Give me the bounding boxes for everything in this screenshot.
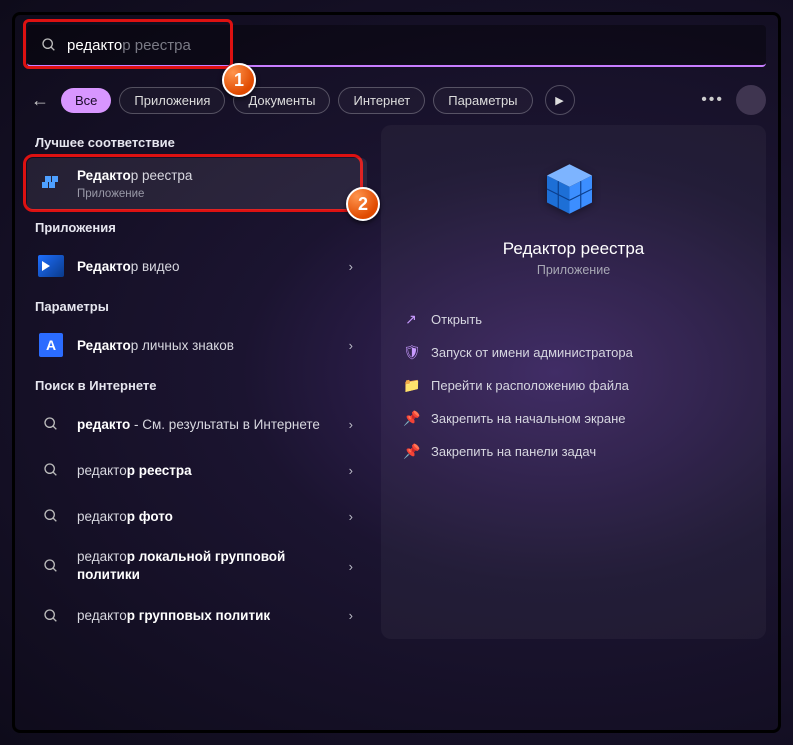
section-apps: Приложения xyxy=(35,220,367,235)
search-icon xyxy=(37,552,65,580)
shield-icon: 🛡 xyxy=(403,344,419,361)
chevron-right-icon: › xyxy=(345,608,357,623)
chevron-right-icon: › xyxy=(345,259,357,274)
section-best-match: Лучшее соответствие xyxy=(35,135,367,150)
regedit-icon xyxy=(37,170,65,198)
web-result-label: редакто - См. результаты в Интернете xyxy=(77,416,333,434)
chevron-right-icon: › xyxy=(345,463,357,478)
best-match-item[interactable]: Редактор реестра Приложение xyxy=(27,158,367,210)
chevron-right-icon: › xyxy=(345,338,357,353)
section-web: Поиск в Интернете xyxy=(35,378,367,393)
filter-web[interactable]: Интернет xyxy=(338,87,425,114)
best-match-title: Редактор реестра xyxy=(77,168,192,183)
filter-row: ← Все Приложения Документы Интернет Пара… xyxy=(27,85,766,115)
filter-apps[interactable]: Приложения xyxy=(119,87,225,114)
chevron-right-icon: › xyxy=(345,559,357,574)
section-settings: Параметры xyxy=(35,299,367,314)
settings-result-private-chars[interactable]: A Редактор личных знаков › xyxy=(27,322,367,368)
app-result-video-editor[interactable]: Редактор видео › xyxy=(27,243,367,289)
folder-icon: 📁 xyxy=(403,377,419,394)
web-result[interactable]: редакто - См. результаты в Интернете › xyxy=(27,401,367,447)
web-result-label: редактор групповых политик xyxy=(77,607,333,625)
filter-docs[interactable]: Документы xyxy=(233,87,330,114)
action-label: Закрепить на начальном экране xyxy=(431,411,626,426)
search-icon xyxy=(37,410,65,438)
web-result[interactable]: редактор локальной групповой политики › xyxy=(27,539,367,592)
action-pin-to-start[interactable]: 📌 Закрепить на начальном экране xyxy=(393,402,754,435)
user-avatar[interactable] xyxy=(736,85,766,115)
web-result[interactable]: редактор фото › xyxy=(27,493,367,539)
action-label: Запуск от имени администратора xyxy=(431,345,633,360)
results-column: Лучшее соответствие Редактор реестра При… xyxy=(27,125,367,639)
web-result[interactable]: редактор групповых политик › xyxy=(27,593,367,639)
web-result-label: редактор реестра xyxy=(77,462,333,480)
action-label: Открыть xyxy=(431,312,482,327)
search-icon xyxy=(41,37,57,53)
best-match-subtitle: Приложение xyxy=(77,187,357,202)
regedit-large-icon xyxy=(538,153,610,225)
search-bar[interactable]: редактор реестра xyxy=(27,25,766,67)
chevron-right-icon: › xyxy=(345,417,357,432)
video-editor-icon xyxy=(37,252,65,280)
open-icon: ↗ xyxy=(403,311,419,328)
action-open[interactable]: ↗ Открыть xyxy=(393,303,754,336)
settings-result-label: Редактор личных знаков xyxy=(77,337,333,355)
search-icon xyxy=(37,602,65,630)
back-button[interactable]: ← xyxy=(27,90,53,111)
private-char-editor-icon: A xyxy=(37,331,65,359)
action-label: Перейти к расположению файла xyxy=(431,378,629,393)
action-pin-to-taskbar[interactable]: 📌 Закрепить на панели задач xyxy=(393,435,754,468)
filter-all[interactable]: Все xyxy=(61,88,111,113)
preview-title: Редактор реестра xyxy=(393,239,754,259)
overflow-menu[interactable]: ••• xyxy=(701,91,724,109)
filter-settings[interactable]: Параметры xyxy=(433,87,532,114)
chevron-right-icon: › xyxy=(345,509,357,524)
search-icon xyxy=(37,456,65,484)
action-open-file-location[interactable]: 📁 Перейти к расположению файла xyxy=(393,369,754,402)
web-result[interactable]: редактор реестра › xyxy=(27,447,367,493)
preview-subtitle: Приложение xyxy=(393,263,754,277)
search-input-text: редактор реестра xyxy=(67,37,191,54)
web-result-label: редактор локальной групповой политики xyxy=(77,548,333,583)
preview-panel: Редактор реестра Приложение ↗ Открыть 🛡 … xyxy=(381,125,766,639)
app-result-label: Редактор видео xyxy=(77,258,333,276)
pin-icon: 📌 xyxy=(403,443,419,460)
action-run-as-admin[interactable]: 🛡 Запуск от имени администратора xyxy=(393,336,754,369)
pin-icon: 📌 xyxy=(403,410,419,427)
more-filters-button[interactable]: ▶ xyxy=(545,85,575,115)
search-icon xyxy=(37,502,65,530)
web-result-label: редактор фото xyxy=(77,508,333,526)
action-label: Закрепить на панели задач xyxy=(431,444,596,459)
